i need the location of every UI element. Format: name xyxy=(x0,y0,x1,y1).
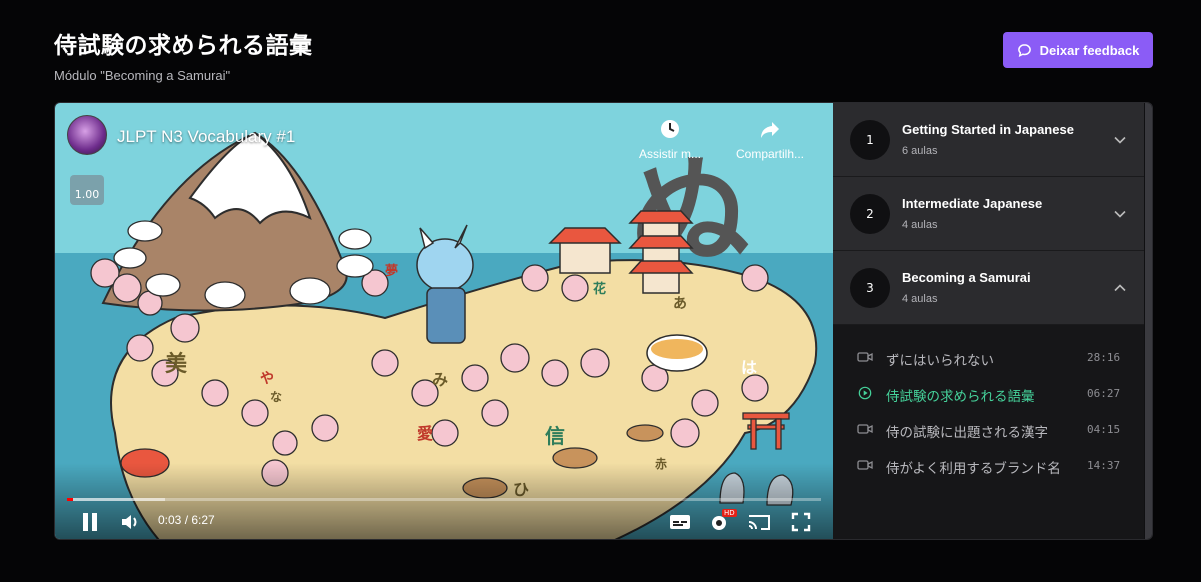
progress-bar[interactable] xyxy=(67,498,821,501)
scene-kana: 愛 xyxy=(417,424,433,443)
play-circle-icon xyxy=(858,386,872,400)
course-panel: ぬ 美 や み な あ は 信 花 夢 愛 JLPT N3 Vocabulary… xyxy=(54,102,1153,540)
scene-kana: 夢 xyxy=(385,263,398,279)
captions-icon xyxy=(670,515,690,529)
pause-icon xyxy=(83,513,97,531)
module-item[interactable]: 2 Intermediate Japanese 4 aulas xyxy=(833,177,1152,251)
lesson-duration: 14:37 xyxy=(1087,459,1121,472)
scene-kana: 信 xyxy=(545,424,565,448)
scene-kana: な xyxy=(270,390,282,404)
module-title: Getting Started in Japanese xyxy=(902,122,1074,137)
sidebar-scrollbar[interactable] xyxy=(1144,103,1152,539)
module-lesson-count: 6 aulas xyxy=(902,145,938,157)
lesson-title: 侍試験の求められる語彙 xyxy=(886,389,1035,405)
video-camera-icon xyxy=(857,424,873,434)
volume-button[interactable] xyxy=(120,511,140,533)
pause-button[interactable] xyxy=(81,511,99,533)
lesson-item-active[interactable]: 侍試験の求められる語彙 06:27 xyxy=(833,377,1144,413)
share-label: Compartilh... xyxy=(735,147,805,161)
module-title: Becoming a Samurai xyxy=(902,270,1031,285)
scrollbar-thumb[interactable] xyxy=(1145,103,1152,539)
hd-badge: HD xyxy=(722,508,737,518)
chevron-down-icon xyxy=(1114,210,1126,218)
watch-later-button[interactable]: Assistir m... xyxy=(625,117,715,161)
module-lesson-count: 4 aulas xyxy=(902,293,938,305)
scene-kana: 美 xyxy=(165,351,188,377)
watch-later-label: Assistir m... xyxy=(639,147,701,161)
scene-kana: あ xyxy=(673,296,687,312)
loaded-range xyxy=(67,498,166,501)
played-range xyxy=(67,498,74,501)
volume-icon xyxy=(122,515,137,529)
course-sidebar: 1 Getting Started in Japanese 6 aulas 2 … xyxy=(833,103,1152,539)
module-item[interactable]: 3 Becoming a Samurai 4 aulas xyxy=(833,251,1152,325)
module-number: 2 xyxy=(850,194,890,234)
lesson-list: ずにはいられない 28:16 侍試験の求められる語彙 06:27 侍の試験に出題… xyxy=(833,325,1144,539)
time-display: 0:03 / 6:27 xyxy=(158,513,215,527)
lesson-duration: 28:16 xyxy=(1087,351,1121,364)
video-title[interactable]: JLPT N3 Vocabulary #1 xyxy=(117,127,295,147)
scene-kana: や xyxy=(260,371,274,387)
module-lesson-count: 4 aulas xyxy=(902,219,938,231)
video-frame: ぬ 美 や み な あ は 信 花 夢 愛 xyxy=(55,103,833,539)
video-camera-icon xyxy=(857,460,873,470)
video-player[interactable]: ぬ 美 や み な あ は 信 花 夢 愛 JLPT N3 Vocabulary… xyxy=(55,103,833,539)
module-item[interactable]: 1 Getting Started in Japanese 6 aulas xyxy=(833,103,1152,177)
channel-avatar[interactable] xyxy=(67,115,107,155)
scene-kana: み xyxy=(432,370,448,389)
cast-icon xyxy=(748,515,770,530)
module-number: 3 xyxy=(850,268,890,308)
cast-button[interactable] xyxy=(747,511,771,533)
captions-button[interactable] xyxy=(669,511,691,533)
chat-bubble-icon xyxy=(1017,43,1031,57)
module-number: 1 xyxy=(850,120,890,160)
lesson-title: 侍がよく利用するブランド名 xyxy=(886,461,1061,477)
lesson-item[interactable]: 侍がよく利用するブランド名 14:37 xyxy=(833,449,1144,485)
module-subtitle: Módulo "Becoming a Samurai" xyxy=(54,68,231,83)
lesson-duration: 06:27 xyxy=(1087,387,1121,400)
scene-kana: は xyxy=(741,358,757,377)
chevron-up-icon xyxy=(1114,284,1126,292)
module-list: 1 Getting Started in Japanese 6 aulas 2 … xyxy=(833,103,1152,325)
speed-badge: 1.00 xyxy=(70,175,104,205)
lesson-item[interactable]: ずにはいられない 28:16 xyxy=(833,341,1144,377)
fullscreen-button[interactable] xyxy=(791,511,811,533)
chevron-down-icon xyxy=(1114,136,1126,144)
feedback-button-label: Deixar feedback xyxy=(1039,42,1140,58)
scene-kana: 花 xyxy=(593,281,606,297)
lesson-title: 侍の試験に出題される漢字 xyxy=(886,425,1048,441)
lesson-title: ずにはいられない xyxy=(886,353,994,369)
fullscreen-icon xyxy=(791,512,811,532)
share-icon xyxy=(761,122,779,138)
feedback-button[interactable]: Deixar feedback xyxy=(1003,32,1153,68)
lesson-item[interactable]: 侍の試験に出題される漢字 04:15 xyxy=(833,413,1144,449)
clock-icon xyxy=(661,120,679,138)
lesson-duration: 04:15 xyxy=(1087,423,1121,436)
page-header: 侍試験の求められる語彙 Módulo "Becoming a Samurai" … xyxy=(54,26,1154,86)
hd-badge-text: HD xyxy=(722,509,737,517)
page-title: 侍試験の求められる語彙 xyxy=(54,33,313,59)
video-camera-icon xyxy=(857,352,873,362)
module-title: Intermediate Japanese xyxy=(902,196,1043,211)
share-button[interactable]: Compartilh... xyxy=(725,117,815,161)
